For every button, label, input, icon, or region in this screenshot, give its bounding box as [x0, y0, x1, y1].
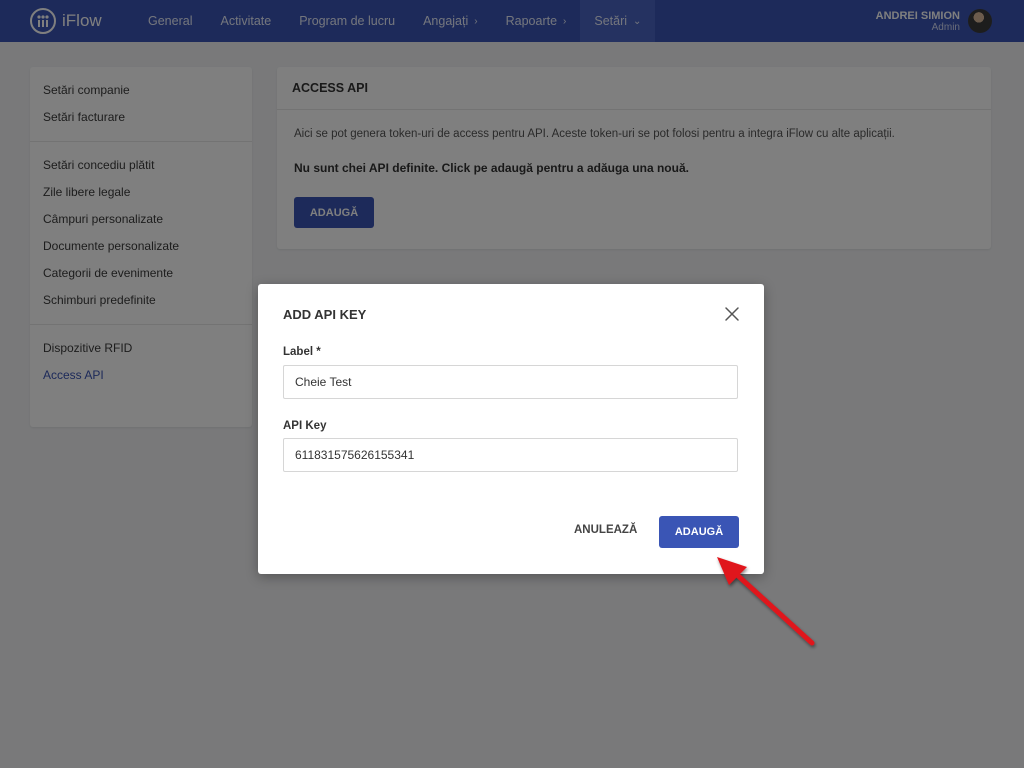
modal-add-button[interactable]: ADAUGĂ [659, 516, 739, 548]
label-field-label: Label * [283, 346, 321, 358]
annotation-arrow [717, 557, 815, 646]
cancel-button[interactable]: ANULEAZĂ [574, 524, 637, 536]
label-input[interactable] [283, 365, 738, 399]
add-api-key-modal: ADD API KEY Label * API Key ANULEAZĂ ADA… [258, 284, 764, 574]
api-key-field-label: API Key [283, 420, 327, 432]
modal-title: ADD API KEY [283, 307, 367, 322]
close-icon[interactable] [724, 306, 740, 322]
api-key-input[interactable] [283, 438, 738, 472]
